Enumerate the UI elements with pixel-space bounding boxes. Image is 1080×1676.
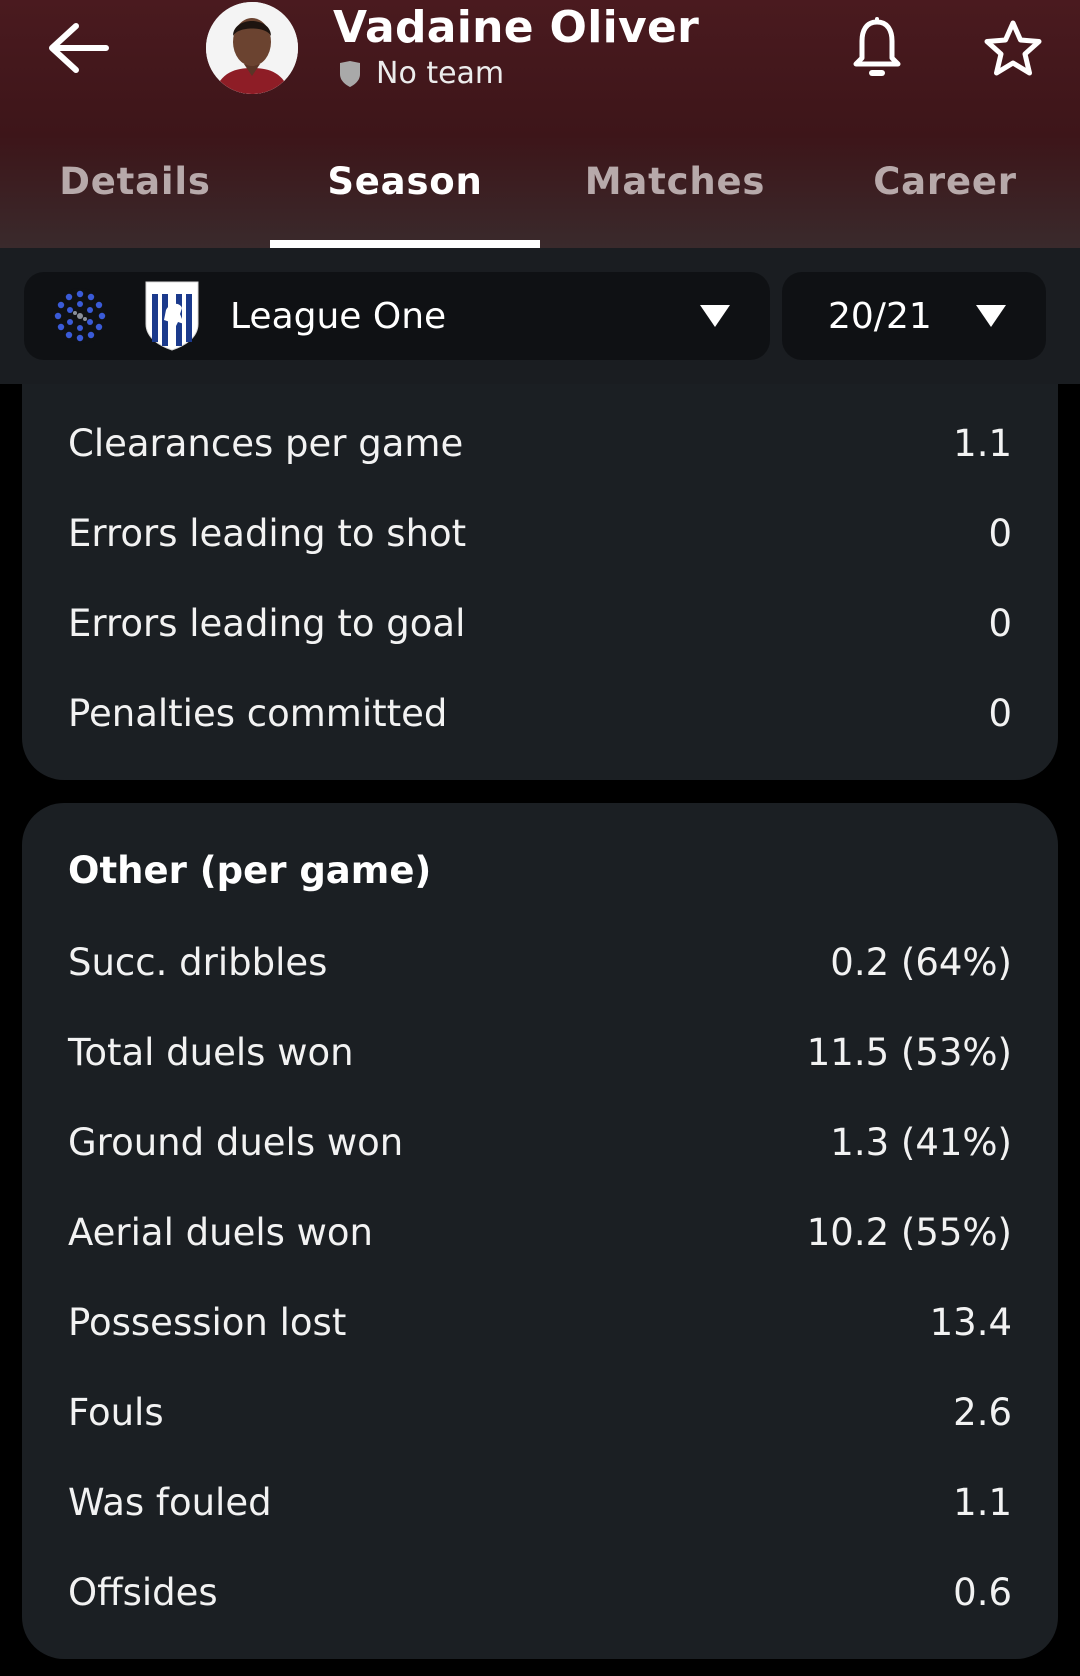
season-dropdown[interactable]: 20/21 [782,272,1046,360]
stat-label: Possession lost [68,1300,347,1344]
stat-row: Fouls 2.6 [68,1367,1012,1457]
stat-label: Was fouled [68,1480,272,1524]
stat-row: Was fouled 1.1 [68,1457,1012,1547]
section-title: Other (per game) [68,849,432,892]
stat-value: 0 [988,601,1012,645]
tab-career[interactable]: Career [810,140,1080,248]
season-label: 20/21 [828,295,932,337]
stat-label: Errors leading to goal [68,601,466,645]
stat-row: Possession lost 13.4 [68,1277,1012,1367]
star-icon [984,20,1042,76]
tab-bar: Details Season Matches Career [0,140,1080,248]
stat-label: Succ. dribbles [68,940,328,984]
arrow-left-icon [49,23,109,73]
stat-row: Offsides 0.6 [68,1547,1012,1637]
defending-stats-card: Clearances per game 1.1 Errors leading t… [22,384,1058,780]
stat-row: Penalties committed 0 [68,668,1012,758]
stat-row: Errors leading to goal 0 [68,578,1012,668]
stat-value: 0 [988,511,1012,555]
team-label: No team [376,56,505,91]
player-team: No team [338,56,504,91]
league-dropdown[interactable]: League One [24,272,770,360]
player-header: Vadaine Oliver No team Details Season Ma… [0,0,1080,248]
other-stats-card: Other (per game) Succ. dribbles 0.2 (64%… [22,803,1058,1659]
stat-value: 13.4 [929,1300,1012,1344]
chevron-down-icon [976,305,1006,327]
player-avatar [206,2,298,94]
stat-label: Errors leading to shot [68,511,467,555]
stat-value: 11.5 (53%) [806,1030,1012,1074]
stat-label: Ground duels won [68,1120,404,1164]
chevron-down-icon [700,305,730,327]
stat-row: Clearances per game 1.1 [68,398,1012,488]
favorite-button[interactable] [982,18,1044,80]
league-label: League One [230,295,447,337]
bell-icon [853,17,901,76]
stat-label: Offsides [68,1570,218,1614]
stat-value: 10.2 (55%) [806,1210,1012,1254]
stat-row: Errors leading to shot 0 [68,488,1012,578]
stat-row: Total duels won 11.5 (53%) [68,1007,1012,1097]
stat-label: Clearances per game [68,421,464,465]
shield-icon [340,60,360,87]
filter-bar: League One 20/21 [0,248,1080,384]
tab-matches[interactable]: Matches [540,140,810,248]
back-button[interactable] [44,18,112,78]
stat-label: Total duels won [68,1030,354,1074]
stat-value: 1.1 [953,1480,1012,1524]
stat-value: 1.3 (41%) [830,1120,1012,1164]
gillingham-crest [145,281,199,351]
stat-value: 0 [988,691,1012,735]
league-one-logo [52,288,108,344]
tab-details[interactable]: Details [0,140,270,248]
stat-row: Succ. dribbles 0.2 (64%) [68,917,1012,1007]
stat-label: Penalties committed [68,691,448,735]
player-name: Vadaine Oliver [333,2,700,53]
stat-value: 0.6 [953,1570,1012,1614]
notifications-button[interactable] [852,16,902,80]
stat-row: Aerial duels won 10.2 (55%) [68,1187,1012,1277]
stat-label: Aerial duels won [68,1210,373,1254]
stat-row: Ground duels won 1.3 (41%) [68,1097,1012,1187]
stat-label: Fouls [68,1390,164,1434]
stat-value: 2.6 [953,1390,1012,1434]
tab-season[interactable]: Season [270,140,540,248]
stat-value: 1.1 [953,421,1012,465]
stat-value: 0.2 (64%) [830,940,1012,984]
